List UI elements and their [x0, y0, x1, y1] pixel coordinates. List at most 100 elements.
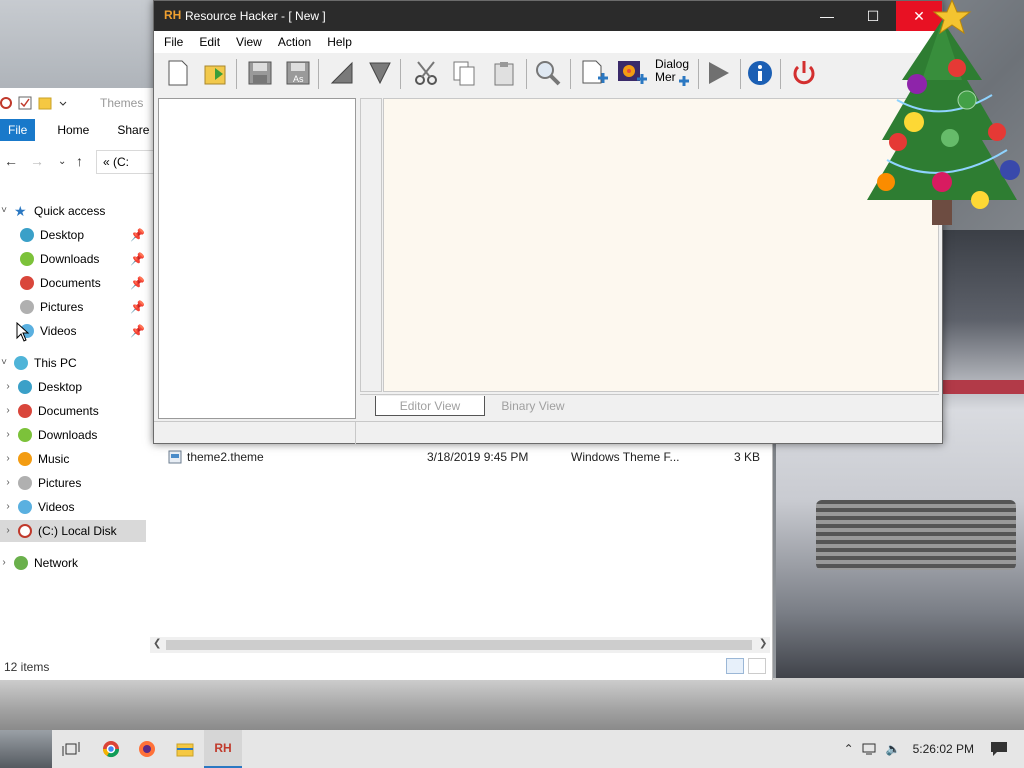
run-script-button[interactable]	[364, 57, 396, 89]
add-resource-button[interactable]	[578, 57, 610, 89]
volume-icon[interactable]: 🔈	[886, 742, 901, 756]
rh-toolbar: As Dialog Mer	[154, 53, 942, 95]
nav-label: Music	[38, 452, 70, 466]
nav-pc-music[interactable]: › Music	[4, 448, 69, 470]
nav-pc-desktop[interactable]: › Desktop	[4, 376, 82, 398]
nav-quick-access[interactable]: ˅ ★ Quick access	[0, 200, 105, 222]
nav-label: Downloads	[38, 428, 98, 442]
tab-binary-view[interactable]: Binary View	[488, 396, 578, 416]
taskbar-chrome[interactable]	[92, 730, 130, 768]
tab-editor-view[interactable]: Editor View	[375, 396, 485, 416]
pin-icon[interactable]: 📌	[130, 224, 145, 246]
resource-tree-panel[interactable]	[158, 98, 356, 419]
pin-icon[interactable]: 📌	[130, 272, 145, 294]
address-bar[interactable]: « (C:	[96, 150, 156, 174]
menu-help[interactable]: Help	[319, 31, 360, 53]
recent-chevron-icon[interactable]: ⌄	[58, 156, 66, 167]
cut-button[interactable]	[410, 57, 442, 89]
collapsed-chevron-icon[interactable]: ›	[4, 376, 12, 398]
menu-view[interactable]: View	[228, 31, 270, 53]
horizontal-scrollbar[interactable]: ❮ ❯	[150, 637, 770, 653]
collapsed-chevron-icon[interactable]: ›	[0, 552, 8, 574]
scissors-icon	[415, 61, 437, 85]
editor-gutter	[360, 98, 382, 392]
details-view-icon[interactable]	[726, 658, 744, 674]
run-script-icon	[369, 62, 391, 85]
back-arrow-icon[interactable]: ←	[4, 153, 18, 169]
toolbar-separator	[400, 59, 401, 89]
action-center-icon[interactable]	[990, 741, 1008, 757]
menu-action[interactable]: Action	[270, 31, 319, 53]
save-as-button[interactable]: As	[282, 57, 314, 89]
rh-titlebar[interactable]: RH Resource Hacker - [ New ] — ☐ ✕	[154, 1, 942, 31]
clock[interactable]: 5:26:02 PM	[913, 742, 974, 756]
nav-qa-pictures[interactable]: Pictures 📌	[14, 296, 150, 318]
nav-qa-videos[interactable]: Videos 📌	[14, 320, 150, 342]
taskbar-resource-hacker[interactable]: RH	[204, 730, 242, 768]
dialog-merge-button[interactable]: Dialog Mer	[654, 57, 690, 89]
taskbar-file-explorer[interactable]	[166, 730, 204, 768]
add-image-resource-button[interactable]	[616, 57, 648, 89]
collapsed-chevron-icon[interactable]: ›	[4, 448, 12, 470]
open-file-button[interactable]	[200, 57, 232, 89]
info-button[interactable]	[744, 57, 776, 89]
ribbon-tab-file[interactable]: File	[0, 119, 36, 141]
file-list-row[interactable]: theme2.theme 3/18/2019 9:45 PM Windows T…	[150, 447, 770, 467]
paste-icon	[494, 62, 514, 86]
exit-button[interactable]	[788, 57, 820, 89]
nav-label: Downloads	[40, 252, 100, 266]
nav-pc-downloads[interactable]: › Downloads	[4, 424, 97, 446]
pin-icon[interactable]: 📌	[130, 248, 145, 270]
tray-overflow-icon[interactable]: ⌃	[844, 742, 854, 756]
paste-button[interactable]	[488, 57, 520, 89]
nav-this-pc[interactable]: ˅ This PC	[0, 352, 77, 374]
minimize-button[interactable]: —	[804, 1, 850, 31]
nav-qa-downloads[interactable]: Downloads 📌	[14, 248, 150, 270]
collapsed-chevron-icon[interactable]: ›	[4, 496, 12, 518]
open-folder-icon	[204, 65, 226, 85]
scroll-right-icon[interactable]: ❯	[759, 638, 767, 649]
play-button[interactable]	[702, 57, 734, 89]
collapsed-chevron-icon[interactable]: ›	[4, 400, 12, 422]
menu-edit[interactable]: Edit	[191, 31, 228, 53]
collapsed-chevron-icon[interactable]: ›	[4, 424, 12, 446]
editor-panel[interactable]	[383, 98, 939, 392]
compile-button[interactable]	[326, 57, 358, 89]
expanded-chevron-icon[interactable]: ˅	[0, 200, 8, 222]
nav-pc-videos[interactable]: › Videos	[4, 496, 74, 518]
menu-file[interactable]: File	[154, 31, 191, 53]
properties-icon[interactable]	[18, 96, 32, 110]
nav-pc-local-disk[interactable]: › (C:) Local Disk	[0, 520, 146, 542]
new-folder-icon[interactable]	[38, 96, 52, 110]
nav-qa-desktop[interactable]: Desktop 📌	[14, 224, 150, 246]
scroll-left-icon[interactable]: ❮	[153, 638, 161, 649]
nav-label: Pictures	[40, 300, 84, 314]
taskbar-firefox[interactable]	[128, 730, 166, 768]
nav-network[interactable]: › Network	[0, 552, 78, 574]
find-button[interactable]	[532, 57, 564, 89]
address-text: « (C:	[103, 155, 130, 169]
pin-icon[interactable]: 📌	[130, 320, 145, 342]
collapsed-chevron-icon[interactable]: ›	[4, 520, 12, 542]
forward-arrow-icon[interactable]: →	[30, 153, 44, 169]
network-icon[interactable]	[862, 742, 878, 756]
large-icons-view-icon[interactable]	[748, 658, 766, 674]
ribbon-tab-home[interactable]: Home	[35, 119, 103, 141]
scroll-thumb[interactable]	[166, 640, 752, 650]
documents-icon	[18, 404, 32, 418]
new-file-button[interactable]	[162, 57, 194, 89]
chevron-down-icon[interactable]	[58, 98, 68, 108]
save-button[interactable]	[244, 57, 276, 89]
start-button[interactable]	[0, 730, 52, 768]
task-view-button[interactable]	[52, 730, 90, 768]
nav-pc-documents[interactable]: › Documents	[4, 400, 99, 422]
pin-icon[interactable]: 📌	[130, 296, 145, 318]
up-arrow-icon[interactable]: ↑	[76, 153, 83, 169]
nav-qa-documents[interactable]: Documents 📌	[14, 272, 150, 294]
expanded-chevron-icon[interactable]: ˅	[0, 352, 8, 374]
nav-pc-pictures[interactable]: › Pictures	[4, 472, 81, 494]
copy-button[interactable]	[448, 57, 480, 89]
collapsed-chevron-icon[interactable]: ›	[4, 472, 12, 494]
christmas-tree-decoration	[867, 0, 1020, 225]
explorer-app-icon[interactable]	[0, 97, 12, 109]
